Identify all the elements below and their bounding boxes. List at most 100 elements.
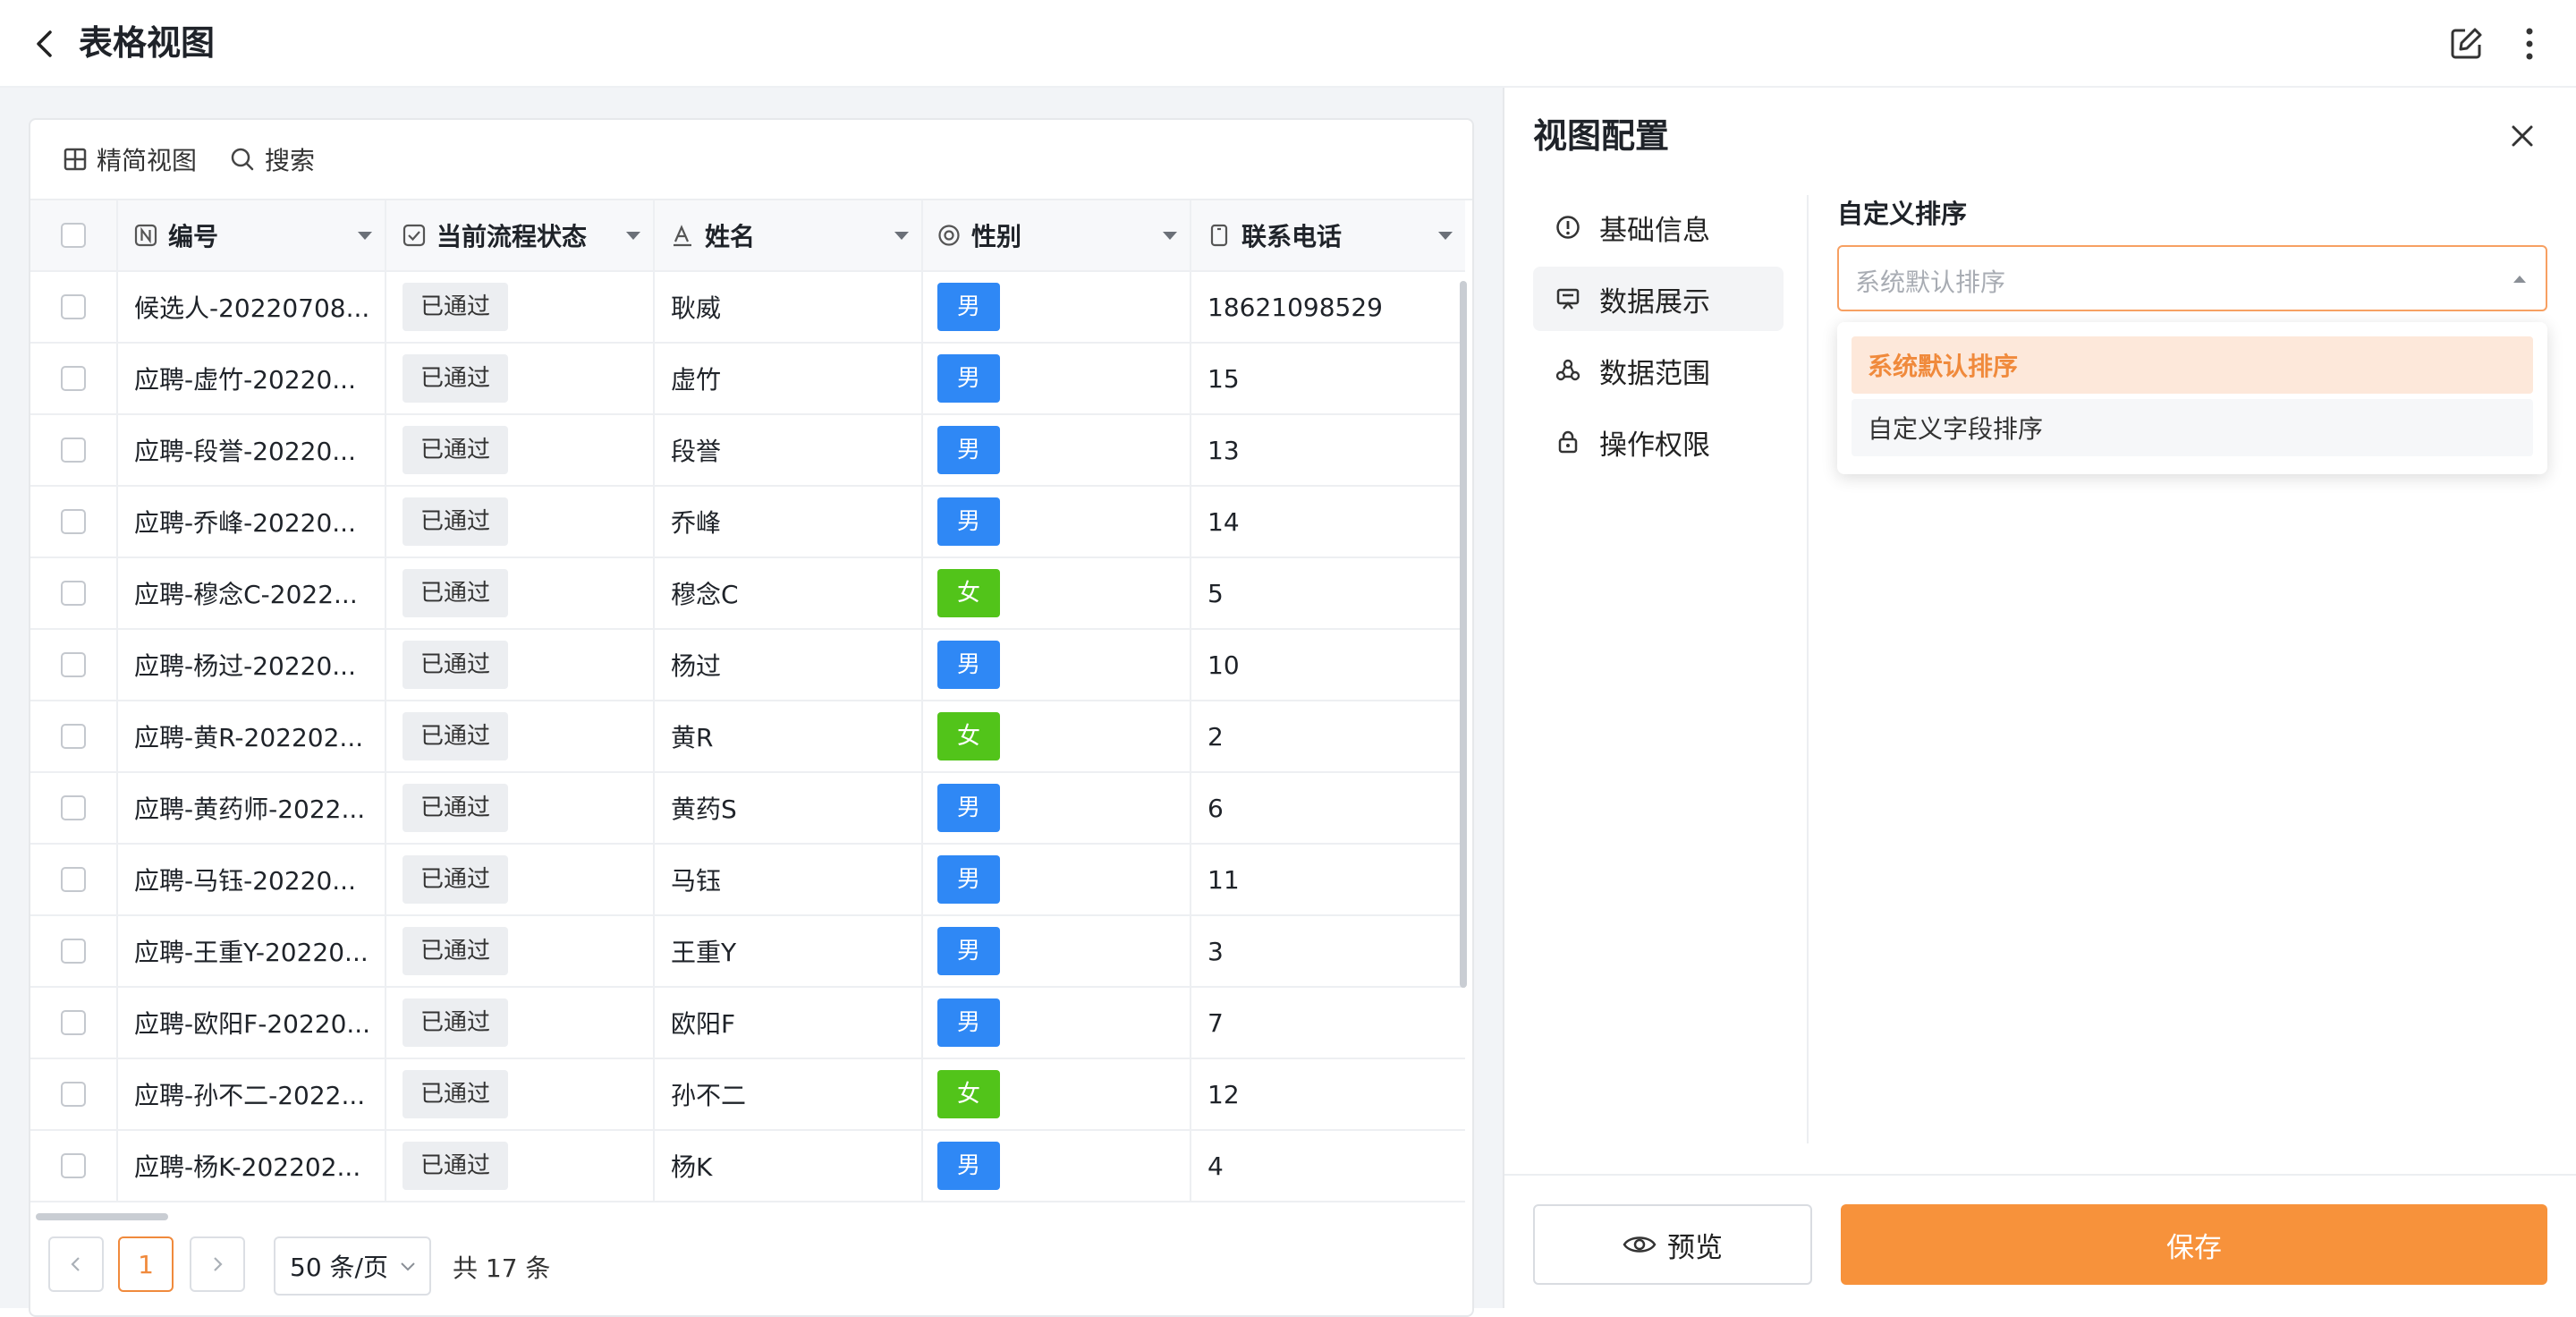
row-checkbox[interactable] [61, 867, 86, 892]
cell-phone: 12 [1208, 1079, 1240, 1109]
status-badge: 已通过 [402, 712, 509, 760]
back-icon[interactable] [25, 23, 66, 64]
row-select-cell [30, 558, 118, 628]
table-row[interactable]: 应聘-黄药师-2022... 已通过 黄药S 男 6 [30, 773, 1465, 845]
column-header-phone[interactable]: 联系电话 [1191, 200, 1465, 270]
table-row[interactable]: 应聘-孙不二-2022... 已通过 孙不二女 12 [30, 1059, 1465, 1131]
column-header-status[interactable]: 当前流程状态 [386, 200, 655, 270]
column-header-name[interactable]: 姓名 [655, 200, 923, 270]
table-row[interactable]: 候选人-20220708... 已通过 耿威男 18621098529 [30, 272, 1465, 344]
select-all-cell [30, 200, 118, 270]
row-checkbox[interactable] [61, 438, 86, 463]
row-select-cell [30, 701, 118, 771]
column-menu-caret[interactable] [1438, 232, 1453, 240]
cell-phone: 7 [1208, 1007, 1224, 1038]
gender-badge: 女 [937, 712, 1000, 760]
cell-gender: 男 [923, 916, 1191, 986]
row-checkbox[interactable] [61, 939, 86, 964]
cell-status: 已通过 [386, 630, 655, 700]
edit-icon[interactable] [2445, 23, 2487, 64]
table-toolbar: 精简视图 搜索 [30, 120, 1472, 200]
table-row[interactable]: 应聘-虚竹-20220... 已通过 虚竹男 15 [30, 344, 1465, 415]
table-row[interactable]: 应聘-穆念C-2022... 已通过 穆念C 女 5 [30, 558, 1465, 630]
cell-name: 黄R [655, 701, 923, 771]
select-all-checkbox[interactable] [61, 223, 86, 248]
save-button[interactable]: 保存 [1841, 1204, 2547, 1285]
cell-gender: 男 [923, 988, 1191, 1058]
cell-gender: 女 [923, 1059, 1191, 1129]
compact-view-button[interactable]: 精简视图 [63, 141, 197, 177]
row-checkbox[interactable] [61, 1153, 86, 1178]
column-menu-caret[interactable] [626, 232, 640, 240]
cell-id: 应聘-马钰-20220... [118, 845, 386, 914]
page-size-select[interactable]: 50 条/页 [274, 1236, 431, 1296]
sort-option-custom-field[interactable]: 自定义字段排序 [1852, 399, 2533, 456]
cell-name: 穆念C [655, 558, 923, 628]
search-button[interactable]: 搜索 [229, 141, 315, 177]
column-menu-caret[interactable] [1163, 232, 1177, 240]
current-page-button[interactable]: 1 [118, 1236, 174, 1292]
cell-status: 已通过 [386, 487, 655, 557]
cell-gender: 男 [923, 487, 1191, 557]
row-checkbox[interactable] [61, 652, 86, 677]
status-badge: 已通过 [402, 927, 509, 975]
cell-id: 应聘-乔峰-20220... [118, 487, 386, 557]
data-table: 编号 当前流程状态 姓名 性别 联系电话 候选人-20220708... 已通过… [30, 200, 1465, 1202]
cell-name: 虚竹 [655, 344, 923, 413]
row-checkbox[interactable] [61, 581, 86, 606]
row-checkbox[interactable] [61, 509, 86, 534]
nav-item-basic-info[interactable]: 基础信息 [1533, 195, 1784, 259]
gender-badge: 男 [937, 426, 1000, 474]
search-label: 搜索 [265, 146, 316, 175]
horizontal-scrollbar[interactable] [36, 1213, 168, 1220]
cell-id: 应聘-穆念C-2022... [118, 558, 386, 628]
sort-option-system-default[interactable]: 系统默认排序 [1852, 336, 2533, 394]
row-select-cell [30, 272, 118, 342]
cell-gender: 女 [923, 701, 1191, 771]
sort-select[interactable]: 系统默认排序 [1837, 245, 2547, 311]
sort-select-placeholder: 系统默认排序 [1855, 268, 2006, 297]
more-icon[interactable] [2512, 23, 2547, 64]
column-menu-caret[interactable] [894, 232, 909, 240]
cell-phone: 18621098529 [1208, 292, 1383, 322]
table-row[interactable]: 应聘-杨K-202202... 已通过 杨K 男 4 [30, 1131, 1465, 1202]
prev-page-button[interactable] [48, 1236, 104, 1292]
row-checkbox[interactable] [61, 795, 86, 820]
column-menu-caret[interactable] [358, 232, 372, 240]
preview-button[interactable]: 预览 [1533, 1204, 1812, 1285]
row-checkbox[interactable] [61, 366, 86, 391]
cell-status: 已通过 [386, 988, 655, 1058]
gender-badge: 男 [937, 927, 1000, 975]
cell-phone: 14 [1208, 506, 1240, 537]
table-row[interactable]: 应聘-黄R-202202... 已通过 黄R 女 2 [30, 701, 1465, 773]
table-row[interactable]: 应聘-杨过-20220... 已通过 杨过男 10 [30, 630, 1465, 701]
row-checkbox[interactable] [61, 294, 86, 319]
gender-badge: 男 [937, 1142, 1000, 1190]
row-checkbox[interactable] [61, 724, 86, 749]
row-checkbox[interactable] [61, 1010, 86, 1035]
table-row[interactable]: 应聘-王重Y-20220... 已通过 王重Y 男 3 [30, 916, 1465, 988]
close-icon[interactable] [2504, 118, 2540, 154]
nav-item-data-scope[interactable]: 数据范围 [1533, 338, 1784, 403]
page-size-value: 50 条/页 [290, 1253, 388, 1282]
text-field-icon [671, 224, 705, 247]
total-count: 共 17 条 [453, 1253, 551, 1283]
nav-item-data-display[interactable]: 数据展示 [1533, 267, 1784, 331]
status-badge: 已通过 [402, 283, 509, 331]
table-row[interactable]: 应聘-欧阳F-20220... 已通过 欧阳F 男 7 [30, 988, 1465, 1059]
status-badge: 已通过 [402, 784, 509, 832]
column-header-gender[interactable]: 性别 [923, 200, 1191, 270]
next-page-button[interactable] [190, 1236, 245, 1292]
table-row[interactable]: 应聘-马钰-20220... 已通过 马钰男 11 [30, 845, 1465, 916]
cell-id: 应聘-黄R-202202... [118, 701, 386, 771]
nav-item-permissions[interactable]: 操作权限 [1533, 410, 1784, 474]
row-select-cell [30, 916, 118, 986]
table-row[interactable]: 应聘-段誉-20220... 已通过 段誉男 13 [30, 415, 1465, 487]
row-checkbox[interactable] [61, 1082, 86, 1107]
vertical-scrollbar[interactable] [1460, 281, 1467, 988]
cell-phone: 6 [1208, 793, 1224, 823]
table-row[interactable]: 应聘-乔峰-20220... 已通过 乔峰男 14 [30, 487, 1465, 558]
column-header-id[interactable]: 编号 [118, 200, 386, 270]
gender-badge: 男 [937, 998, 1000, 1047]
cell-name: 马钰 [655, 845, 923, 914]
